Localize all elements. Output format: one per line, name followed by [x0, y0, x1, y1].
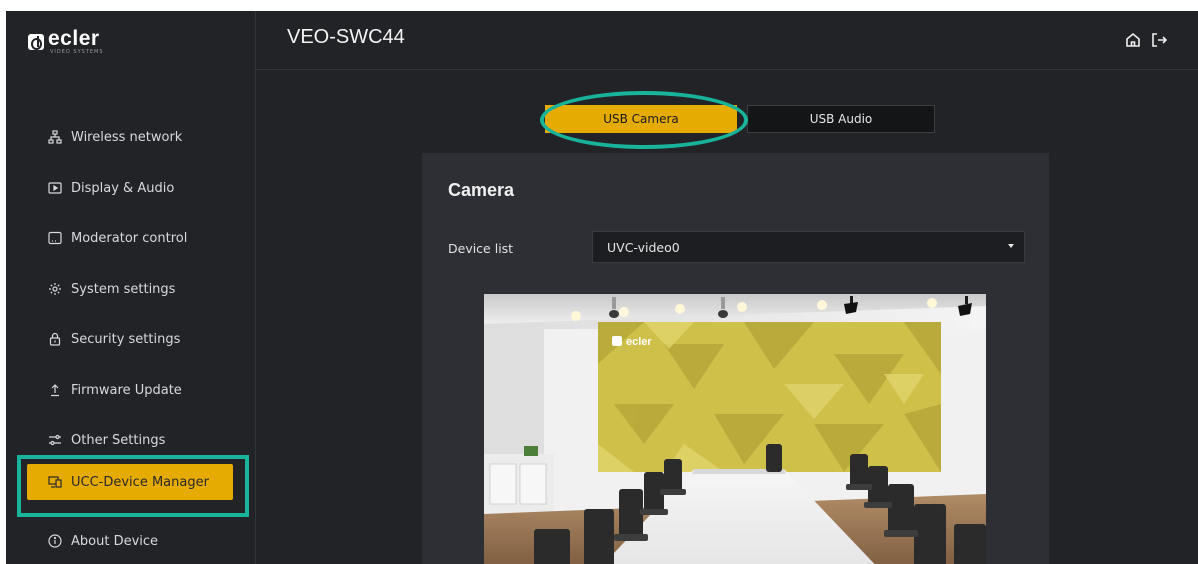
app-window: ecler VIDEO SYSTEMS Wireless network Dis… — [6, 11, 1198, 564]
network-icon — [48, 130, 62, 144]
logo-mark-icon — [28, 33, 44, 50]
device-list-select[interactable]: UVC-video0 — [592, 231, 1025, 263]
sidebar: ecler VIDEO SYSTEMS Wireless network Dis… — [6, 11, 256, 564]
home-icon[interactable] — [1124, 31, 1142, 49]
device-list-value: UVC-video0 — [607, 239, 680, 255]
sidebar-item-display-audio[interactable]: Display & Audio — [27, 170, 233, 206]
page-title: VEO-SWC44 — [287, 26, 405, 48]
sidebar-item-label: Display & Audio — [71, 180, 175, 196]
sidebar-item-wireless-network[interactable]: Wireless network — [27, 119, 233, 155]
sidebar-item-label: UCC-Device Manager — [71, 474, 209, 490]
sidebar-item-label: Wireless network — [71, 129, 183, 145]
moderator-icon — [48, 231, 62, 245]
logo-tagline: VIDEO SYSTEMS — [50, 49, 104, 55]
logo-wordmark: ecler — [48, 27, 100, 50]
info-icon — [48, 534, 62, 548]
sidebar-item-security-settings[interactable]: Security settings — [27, 321, 233, 357]
tab-usb-audio[interactable]: USB Audio — [747, 105, 935, 133]
sidebar-item-moderator-control[interactable]: Moderator control — [27, 220, 233, 256]
sliders-icon — [48, 433, 62, 447]
brand-logo: ecler VIDEO SYSTEMS — [28, 28, 104, 55]
sidebar-item-system-settings[interactable]: System settings — [27, 271, 233, 307]
camera-preview-image: ecler — [484, 294, 986, 564]
camera-panel: Camera Device list UVC-video0 ecler — [422, 153, 1049, 564]
sidebar-item-label: Firmware Update — [71, 382, 182, 398]
sidebar-item-firmware-update[interactable]: Firmware Update — [27, 372, 233, 408]
sidebar-item-ucc-device-manager[interactable]: UCC-Device Manager — [17, 455, 249, 517]
upload-icon — [48, 383, 62, 397]
device-list-label: Device list — [448, 241, 514, 256]
top-header: VEO-SWC44 — [256, 11, 1198, 70]
sidebar-item-label: About Device — [71, 533, 159, 549]
sidebar-item-about-device[interactable]: About Device — [27, 523, 233, 559]
display-icon — [48, 181, 62, 195]
gear-icon — [48, 282, 62, 296]
sidebar-item-label: Security settings — [71, 331, 181, 347]
sidebar-item-label: System settings — [71, 281, 176, 297]
preview-logo-text: ecler — [626, 336, 652, 348]
camera-preview: ecler — [484, 294, 986, 564]
sidebar-item-other-settings[interactable]: Other Settings — [27, 422, 233, 458]
lock-icon — [48, 332, 62, 346]
sidebar-item-label: Moderator control — [71, 230, 188, 246]
logout-icon[interactable] — [1150, 31, 1168, 49]
tab-usb-camera[interactable]: USB Camera — [545, 105, 737, 133]
caret-down-icon — [1008, 244, 1014, 248]
sidebar-item-label: Other Settings — [71, 432, 166, 448]
section-title: Camera — [448, 180, 515, 200]
device-manager-icon — [48, 475, 62, 489]
